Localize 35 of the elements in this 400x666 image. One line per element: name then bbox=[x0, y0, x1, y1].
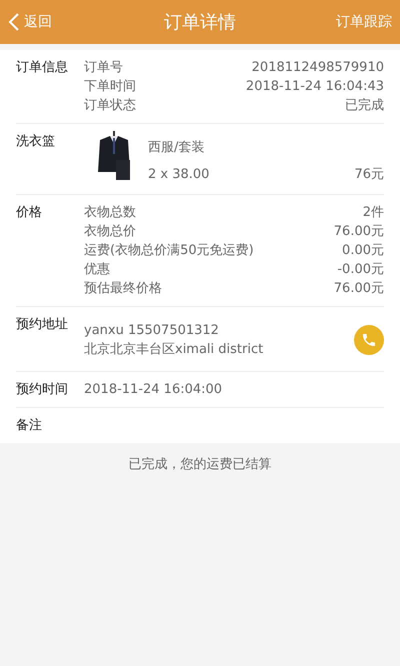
appointment-time: 2018-11-24 16:04:00 bbox=[84, 382, 222, 397]
address-line: 北京北京丰台区ximali district bbox=[84, 341, 264, 359]
item-total: 76元 bbox=[354, 166, 384, 184]
field-value: 76.00元 bbox=[334, 280, 384, 298]
address-line: yanxu 15507501312 bbox=[84, 322, 220, 340]
phone-button[interactable] bbox=[354, 325, 384, 355]
field-name: 订单号 bbox=[84, 59, 123, 77]
section-label: 洗衣篮 bbox=[16, 133, 56, 151]
item-quantity: 2 x 38.00 bbox=[148, 166, 210, 184]
section-label: 备注 bbox=[16, 417, 43, 435]
field-name: 优惠 bbox=[84, 261, 110, 279]
field-value: 2018-11-24 16:04:43 bbox=[246, 78, 384, 96]
back-button[interactable]: 返回 bbox=[8, 12, 52, 32]
field-name: 衣物总数 bbox=[84, 204, 136, 222]
field-name: 下单时间 bbox=[84, 78, 136, 96]
order-tracking-button[interactable]: 订单跟踪 bbox=[336, 13, 392, 31]
section-label: 预约时间 bbox=[16, 381, 69, 399]
field-name: 订单状态 bbox=[84, 97, 136, 115]
field-name: 预估最终价格 bbox=[84, 280, 162, 298]
field-value: 已完成 bbox=[345, 97, 384, 115]
section-label: 预约地址 bbox=[16, 316, 69, 334]
item-name: 西服/套装 bbox=[148, 139, 206, 157]
field-name: 运费(衣物总价满50元免运费) bbox=[84, 242, 254, 260]
field-value: -0.00元 bbox=[337, 261, 384, 279]
back-chevron-icon bbox=[8, 12, 20, 32]
status-message: 已完成，您的运费已结算 bbox=[128, 457, 272, 472]
section-label: 价格 bbox=[16, 204, 43, 222]
page-title: 订单详情 bbox=[164, 11, 236, 34]
phone-icon bbox=[361, 332, 377, 348]
field-value: 2018112498579910 bbox=[252, 59, 384, 77]
field-value: 0.00元 bbox=[342, 242, 384, 260]
field-value: 2件 bbox=[362, 204, 384, 222]
field-name: 衣物总价 bbox=[84, 223, 136, 241]
section-label: 订单信息 bbox=[16, 59, 69, 77]
field-value: 76.00元 bbox=[334, 223, 384, 241]
